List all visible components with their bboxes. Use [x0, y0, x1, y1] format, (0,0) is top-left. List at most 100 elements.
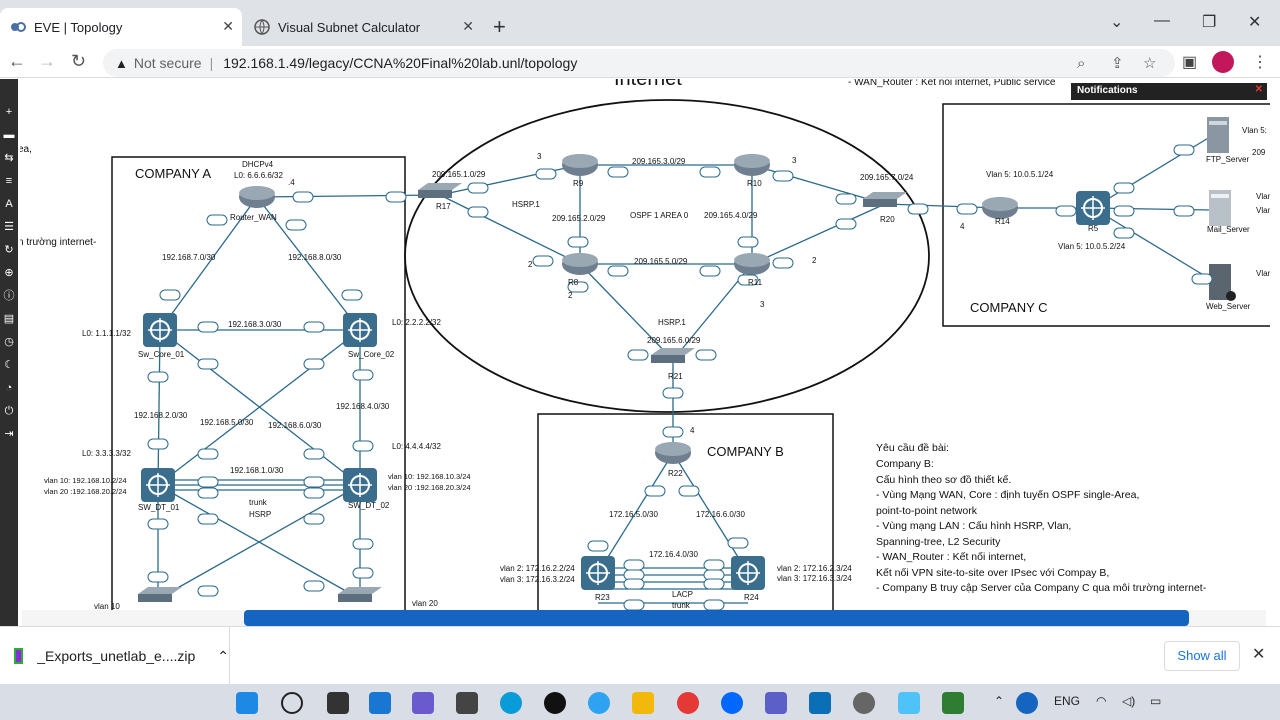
search-icon[interactable]: [281, 692, 303, 714]
github-icon[interactable]: [544, 692, 566, 714]
side-panel-icon[interactable]: ▣: [1182, 52, 1197, 72]
tab-subnet-calculator[interactable]: Visual Subnet Calculator ✕: [244, 8, 482, 46]
zoom-search-icon[interactable]: ⌕: [1077, 55, 1085, 72]
show-all-button[interactable]: Show all: [1164, 641, 1240, 671]
logout-icon[interactable]: ⇥: [0, 423, 18, 446]
req-line: Cấu hình theo sơ đồ thiết kế.: [876, 474, 1011, 486]
dark-mode-icon[interactable]: ☾: [0, 354, 18, 377]
edge-icon[interactable]: [500, 692, 522, 714]
chat-icon[interactable]: [412, 692, 434, 714]
router-r21[interactable]: [651, 348, 695, 363]
frag-209: 209: [1252, 148, 1266, 157]
frag-vlan-1: Vlan: [1256, 192, 1270, 201]
microphone-icon[interactable]: [1016, 692, 1038, 714]
url-omnibox[interactable]: ▲ Not secure | 192.168.1.49/legacy/CCNA%…: [103, 49, 1175, 77]
back-arrow-icon[interactable]: ←: [8, 51, 26, 72]
minimize-icon[interactable]: —: [1154, 12, 1170, 30]
sw-dt-01[interactable]: [141, 468, 175, 502]
share-icon[interactable]: ⇪: [1111, 54, 1124, 72]
chrome-icon[interactable]: [677, 692, 699, 714]
eve-topology-canvas: + ▬ ⇆ ≡ A ☰ ↻ ⊕ ⓘ ▤ ◷ ☾ ◔ ⏻ ⇥ Internet -…: [0, 79, 1280, 626]
tray-chevron-icon[interactable]: ⌃: [994, 694, 1004, 708]
lock-icon[interactable]: ◔: [0, 377, 18, 400]
zalo-icon[interactable]: [721, 692, 743, 714]
download-bar-close-icon[interactable]: ✕: [1252, 644, 1265, 664]
horizontal-scrollbar-thumb[interactable]: [244, 610, 1189, 626]
list-icon[interactable]: ☰: [0, 216, 18, 239]
refresh-icon[interactable]: ↻: [0, 239, 18, 262]
router-r10[interactable]: [734, 154, 770, 176]
zoom-icon[interactable]: ⊕: [0, 262, 18, 285]
ftp-server-icon[interactable]: [1207, 117, 1229, 153]
sw-core-01[interactable]: [143, 313, 177, 347]
language-indicator[interactable]: ENG: [1054, 694, 1080, 708]
startup-icon[interactable]: ≡: [0, 170, 18, 193]
settings-gear-icon[interactable]: [853, 692, 875, 714]
status-icon[interactable]: ◷: [0, 331, 18, 354]
notifications-title: Notifications: [1077, 85, 1138, 96]
export-icon[interactable]: ▤: [0, 308, 18, 331]
notifications-panel[interactable]: Notifications ✕: [1071, 83, 1267, 100]
networks-icon[interactable]: ⇆: [0, 147, 18, 170]
router-r8[interactable]: [562, 253, 598, 275]
net-192-168-1: 192.168.1.0/30: [230, 466, 284, 475]
download-item[interactable]: _Exports_unetlab_e....zip ⌃: [0, 627, 230, 685]
router-r22[interactable]: [655, 442, 691, 464]
info-icon[interactable]: ⓘ: [0, 285, 18, 308]
cost-3-left: 3: [537, 152, 542, 161]
add-icon[interactable]: +: [0, 101, 18, 124]
router-wan-lo: L0: 6.6.6.6/32: [234, 171, 283, 180]
new-tab-button[interactable]: +: [493, 14, 506, 40]
switch-r24[interactable]: [731, 556, 765, 590]
chevron-up-icon[interactable]: ⌃: [217, 648, 229, 665]
switch-r23[interactable]: [581, 556, 615, 590]
task-view-icon[interactable]: [327, 692, 349, 714]
sw-core-02[interactable]: [343, 313, 377, 347]
notepad-icon[interactable]: [898, 692, 920, 714]
notifications-close-icon[interactable]: ✕: [1255, 84, 1263, 95]
text-icon[interactable]: A: [0, 193, 18, 216]
profile-avatar[interactable]: [1212, 51, 1234, 73]
network-tool-icon[interactable]: [942, 692, 964, 714]
router-r14[interactable]: [982, 197, 1018, 219]
file-explorer-icon[interactable]: [632, 692, 654, 714]
switch-r5[interactable]: [1076, 191, 1110, 225]
mail-server-icon[interactable]: [1209, 190, 1231, 226]
start-icon[interactable]: [236, 692, 258, 714]
eve-side-toolbar: + ▬ ⇆ ≡ A ☰ ↻ ⊕ ⓘ ▤ ◷ ☾ ◔ ⏻ ⇥: [0, 79, 18, 626]
sw-dt-02-name: SW_DT_02: [348, 501, 390, 510]
router-r9[interactable]: [562, 154, 598, 176]
tab-eve-topology[interactable]: EVE | Topology ✕: [0, 8, 242, 46]
wifi-icon[interactable]: ◠: [1096, 694, 1106, 708]
web-server-icon[interactable]: [1209, 264, 1236, 301]
forward-arrow-icon[interactable]: →: [38, 51, 56, 72]
vlan3-r23: vlan 3: 172.16.3.2/24: [500, 575, 575, 584]
volume-icon[interactable]: ◁): [1122, 694, 1135, 708]
app-icon-2[interactable]: [809, 692, 831, 714]
tab-search-chevron-icon[interactable]: ⌄: [1110, 12, 1123, 32]
sw-dt-02[interactable]: [343, 468, 377, 502]
teams-icon[interactable]: [765, 692, 787, 714]
battery-icon[interactable]: ▭: [1150, 694, 1161, 708]
reload-icon[interactable]: ↻: [71, 51, 86, 72]
tab-close-icon[interactable]: ✕: [462, 18, 474, 35]
left-fragment-1: ea,: [20, 144, 32, 155]
menu-kebab-icon[interactable]: ⋮: [1252, 52, 1268, 72]
req-line: Yêu cầu đề bài:: [876, 442, 949, 454]
bookmark-star-icon[interactable]: ☆: [1143, 54, 1156, 72]
widgets-icon[interactable]: [369, 692, 391, 714]
access-switch-left[interactable]: [138, 587, 182, 602]
store-icon[interactable]: [456, 692, 478, 714]
nodes-icon[interactable]: ▬: [0, 124, 18, 147]
app-icon-1[interactable]: [588, 692, 610, 714]
router-r11[interactable]: [734, 253, 770, 275]
window-close-icon[interactable]: ✕: [1248, 12, 1261, 32]
router-wan-name: Router_WAN: [230, 213, 277, 222]
router-r17[interactable]: [418, 183, 462, 198]
access-switch-right[interactable]: [338, 587, 382, 602]
tab-close-icon[interactable]: ✕: [222, 18, 234, 35]
router-wan[interactable]: [239, 186, 275, 208]
vlan2-r23: vlan 2: 172.16.2.2/24: [500, 564, 575, 573]
restore-icon[interactable]: ❐: [1202, 12, 1216, 32]
power-icon[interactable]: ⏻: [0, 400, 18, 423]
